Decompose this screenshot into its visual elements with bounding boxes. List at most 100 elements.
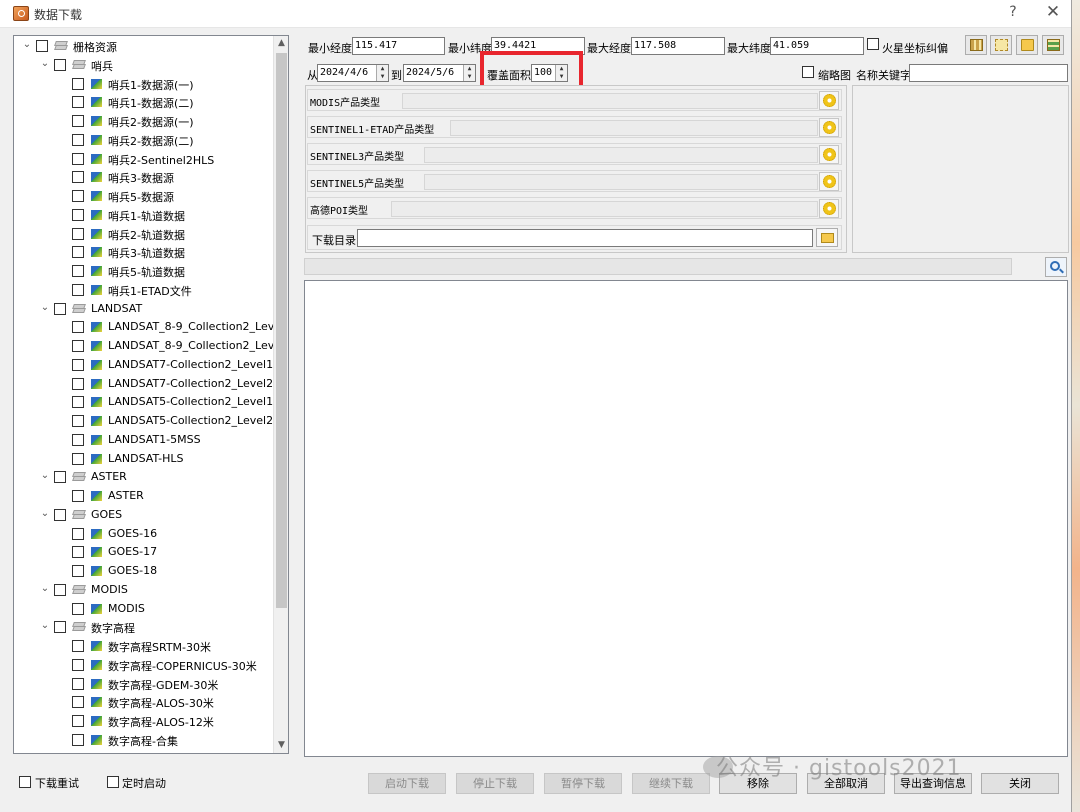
- tree-checkbox[interactable]: [54, 302, 66, 315]
- tree-checkbox[interactable]: [54, 508, 66, 521]
- tree-checkbox[interactable]: [72, 602, 84, 615]
- resource-tree[interactable]: ⌄ 栅格资源 ⌄ 哨兵 哨兵1-数据源(一) 哨兵1-数据源(二) 哨兵2-数据源(一) 哨兵…: [13, 35, 289, 754]
- product-type-settings-button[interactable]: [819, 145, 839, 164]
- tree-checkbox[interactable]: [72, 77, 84, 90]
- thumbnail-checkbox[interactable]: [802, 66, 814, 78]
- tree-checkbox[interactable]: [72, 283, 84, 296]
- chevron-down-icon[interactable]: ⌄: [40, 302, 50, 314]
- scroll-down-icon[interactable]: ▼: [274, 738, 288, 753]
- raster-icon: [91, 97, 102, 108]
- to-date-input[interactable]: 2024/5/6 ▲ ▼: [403, 64, 476, 82]
- tree-checkbox[interactable]: [72, 527, 84, 540]
- search-button[interactable]: [1045, 257, 1067, 277]
- retry-checkbox[interactable]: [19, 776, 31, 788]
- chevron-down-icon[interactable]: ⌄: [40, 620, 50, 632]
- region-select-button[interactable]: [990, 35, 1012, 55]
- tree-item-label: LANDSAT7-Collection2_Level2: [108, 376, 274, 390]
- tree-checkbox[interactable]: [72, 433, 84, 446]
- product-type-settings-button[interactable]: [819, 118, 839, 137]
- start-download-button[interactable]: 启动下载: [368, 773, 446, 794]
- tree-checkbox[interactable]: [72, 358, 84, 371]
- retry-label: 下载重试: [35, 777, 79, 790]
- resume-download-button[interactable]: 继续下载: [632, 773, 710, 794]
- product-type-field[interactable]: [391, 201, 818, 217]
- tree-checkbox[interactable]: [72, 171, 84, 184]
- tree-checkbox[interactable]: [72, 190, 84, 202]
- tree-checkbox[interactable]: [72, 340, 84, 352]
- product-type-settings-button[interactable]: [819, 172, 839, 191]
- open-file-button[interactable]: [1016, 35, 1038, 55]
- help-button[interactable]: ?: [1005, 4, 1021, 20]
- tree-item-label: 数字高程SRTM-30米: [108, 641, 212, 654]
- to-date-spinner[interactable]: ▲ ▼: [463, 65, 475, 81]
- tree-checkbox[interactable]: [72, 133, 84, 146]
- scroll-up-icon[interactable]: ▲: [274, 36, 288, 51]
- tree-checkbox[interactable]: [72, 96, 84, 109]
- tree-checkbox[interactable]: [72, 733, 84, 746]
- product-type-field[interactable]: [402, 93, 818, 109]
- scroll-thumb[interactable]: [276, 53, 287, 608]
- tree-scrollbar[interactable]: ▲ ▼: [273, 36, 288, 753]
- tree-checkbox[interactable]: [72, 490, 84, 502]
- chevron-down-icon[interactable]: ⌄: [40, 508, 50, 520]
- product-type-field[interactable]: [450, 120, 818, 136]
- tree-checkbox[interactable]: [72, 321, 84, 334]
- tree-checkbox[interactable]: [72, 152, 84, 165]
- download-dir-input[interactable]: [357, 229, 813, 247]
- browse-dir-button[interactable]: [816, 228, 838, 247]
- tree-checkbox[interactable]: [72, 265, 84, 277]
- product-type-row: SENTINEL5产品类型: [307, 170, 842, 192]
- tree-checkbox[interactable]: [72, 696, 84, 709]
- tree-checkbox[interactable]: [72, 640, 84, 652]
- chevron-down-icon[interactable]: ⌄: [40, 583, 50, 595]
- min-lon-input[interactable]: 115.417: [352, 37, 445, 55]
- chevron-down-icon[interactable]: ⌄: [40, 470, 50, 482]
- product-type-field[interactable]: [424, 147, 818, 163]
- tree-group-label: 哨兵: [91, 59, 113, 73]
- min-lon-label: 最小经度: [308, 42, 352, 55]
- tree-checkbox[interactable]: [72, 677, 84, 690]
- chevron-down-icon[interactable]: ⌄: [22, 39, 32, 51]
- tree-checkbox[interactable]: [72, 565, 84, 577]
- tree-checkbox[interactable]: [54, 583, 66, 596]
- tree-checkbox[interactable]: [54, 621, 66, 634]
- tree-checkbox[interactable]: [72, 227, 84, 240]
- grid-select-button[interactable]: [965, 35, 987, 55]
- raster-icon: [91, 659, 102, 670]
- keyword-input[interactable]: [909, 64, 1068, 82]
- tree-checkbox[interactable]: [72, 715, 84, 727]
- product-type-settings-button[interactable]: [819, 199, 839, 218]
- raster-icon: [91, 566, 102, 576]
- tree-checkbox[interactable]: [72, 452, 84, 465]
- stop-download-button[interactable]: 停止下载: [456, 773, 534, 794]
- tree-checkbox[interactable]: [72, 115, 84, 127]
- close-dialog-button[interactable]: 关闭: [981, 773, 1059, 794]
- chevron-down-icon[interactable]: ⌄: [40, 58, 50, 70]
- from-date-input[interactable]: 2024/4/6 ▲ ▼: [317, 64, 389, 82]
- tree-item-label: LANDSAT-HLS: [108, 451, 184, 465]
- tree-checkbox[interactable]: [54, 471, 66, 484]
- tree-checkbox[interactable]: [72, 246, 84, 259]
- product-type-field[interactable]: [424, 174, 818, 190]
- results-list[interactable]: [304, 280, 1068, 757]
- tree-group-label: 数字高程: [91, 622, 135, 636]
- pause-download-button[interactable]: 暂停下载: [544, 773, 622, 794]
- from-date-spinner[interactable]: ▲ ▼: [376, 65, 388, 81]
- raster-icon: [91, 341, 102, 351]
- tree-checkbox[interactable]: [72, 658, 84, 671]
- grid-export-button[interactable]: [1042, 35, 1064, 55]
- close-button[interactable]: ✕: [1044, 2, 1062, 22]
- mars-correction-checkbox[interactable]: [867, 38, 879, 50]
- tree-checkbox[interactable]: [72, 377, 84, 390]
- max-lat-input[interactable]: 41.059: [770, 37, 864, 55]
- tree-checkbox[interactable]: [72, 208, 84, 221]
- tree-checkbox[interactable]: [54, 58, 66, 71]
- tree-checkbox[interactable]: [72, 546, 84, 559]
- tree-checkbox[interactable]: [36, 40, 48, 52]
- max-lon-input[interactable]: 117.508: [631, 37, 725, 55]
- tree-checkbox[interactable]: [72, 415, 84, 427]
- gear-icon: [823, 175, 836, 188]
- tree-checkbox[interactable]: [72, 396, 84, 409]
- timer-checkbox[interactable]: [107, 776, 119, 788]
- product-type-settings-button[interactable]: [819, 91, 839, 110]
